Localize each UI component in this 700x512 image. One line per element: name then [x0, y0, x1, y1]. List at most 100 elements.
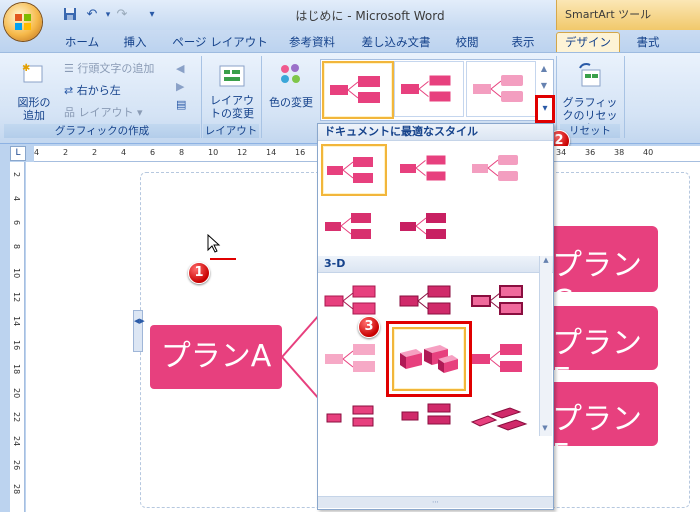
- style-thumb-3d-cartoon-icon: [471, 285, 523, 315]
- vertical-ruler[interactable]: 2 4 6 8 10 12 14 16 18 20 22 24 26 28: [10, 162, 25, 512]
- style-thumb-3d-perspective-icon: [326, 405, 374, 427]
- dd-style-3d-perspective-1[interactable]: [321, 392, 383, 440]
- dd-style-intense[interactable]: [396, 202, 458, 250]
- gallery-more-button[interactable]: ▾: [535, 95, 555, 123]
- dd-style-3d-brick-scene[interactable]: [386, 321, 472, 397]
- callout-1-badge: 1: [188, 262, 210, 284]
- style-thumb-white-outline-icon: [401, 74, 452, 103]
- connector-lines: [282, 313, 321, 401]
- tab-design[interactable]: デザイン: [556, 32, 620, 53]
- change-colors-label: 色の変更: [269, 96, 313, 109]
- plan-c-shape[interactable]: プランC: [548, 226, 658, 319]
- change-colors-button[interactable]: 色の変更: [266, 60, 316, 122]
- window-title: はじめに - Microsoft Word: [295, 9, 445, 23]
- dd-style-3d-perspective-2[interactable]: [396, 392, 458, 440]
- dd-style-simple[interactable]: [321, 144, 387, 196]
- tab-review[interactable]: 校閲: [450, 33, 484, 52]
- gallery-style-3[interactable]: [466, 61, 536, 117]
- group-separator: [261, 56, 262, 138]
- change-layout-button[interactable]: レイアウトの変更: [206, 60, 258, 122]
- ruler-tick-label: 4: [12, 196, 21, 202]
- gallery-scroll-up-icon[interactable]: ▲: [538, 61, 550, 77]
- gallery-style-2[interactable]: [394, 61, 464, 117]
- save-icon[interactable]: [62, 7, 78, 23]
- text-pane-toggle-icon[interactable]: ◀▶: [133, 310, 145, 352]
- gallery-style-1[interactable]: [322, 61, 394, 119]
- add-shape-button[interactable]: ✱ 図形の追加: [14, 60, 54, 122]
- ruler-tick-label: 6: [12, 220, 21, 226]
- dd-style-3d-birdseye[interactable]: [468, 392, 530, 440]
- scroll-up-icon[interactable]: ▲: [540, 256, 552, 264]
- tab-view[interactable]: 表示: [506, 33, 540, 52]
- dd-style-3d-cartoon[interactable]: [468, 276, 530, 324]
- ruler-tick-label: 16: [12, 340, 21, 351]
- svg-text:✱: ✱: [22, 63, 30, 74]
- bullet-list-icon: ☰: [64, 62, 78, 75]
- dropdown-resize-grip-icon[interactable]: ⋯: [318, 496, 553, 508]
- dd-style-3d-flat[interactable]: [468, 334, 530, 382]
- customize-qat-icon[interactable]: ▾: [144, 7, 160, 23]
- style-thumb-3d-powder-icon: [325, 344, 375, 372]
- ruler-tick-label: 20: [12, 388, 21, 399]
- plan-f-shape[interactable]: プランF: [548, 382, 658, 473]
- reset-graphic-button[interactable]: グラフィックのリセット: [560, 60, 620, 135]
- undo-icon[interactable]: ↶: [84, 7, 100, 23]
- add-bullet-label: 行頭文字の追加: [77, 62, 155, 75]
- color-palette-icon: [281, 64, 300, 83]
- promote-demote-buttons[interactable]: ◀ ▶ ▤: [176, 60, 192, 120]
- style-thumb-3d-birdseye-icon: [470, 407, 528, 431]
- gallery-scroll-down-icon[interactable]: ▼: [538, 78, 550, 94]
- plan-e-shape[interactable]: プランE: [548, 306, 658, 397]
- dd-style-white-outline[interactable]: [396, 144, 458, 192]
- ruler-tick-label: 22: [12, 412, 21, 423]
- plan-a-shape[interactable]: プランA: [150, 325, 282, 389]
- ruler-tick-label: 34: [556, 148, 567, 157]
- tab-mailings[interactable]: 差し込み文書: [356, 33, 436, 52]
- tab-references[interactable]: 参考資料: [282, 33, 342, 52]
- vertical-ruler-ticks: 2 4 6 8 10 12 14 16 18 20 22 24 26 28: [10, 162, 24, 512]
- dropdown-scrollbar[interactable]: ▲: [539, 256, 552, 436]
- callout-1-underline: [210, 258, 236, 260]
- group-separator: [556, 56, 557, 138]
- tab-insert[interactable]: 挿入: [118, 33, 152, 52]
- right-to-left-button[interactable]: ⇄ 右から左: [64, 84, 121, 97]
- redo-icon[interactable]: ↷: [114, 7, 130, 23]
- tab-selector-icon[interactable]: L: [10, 146, 26, 161]
- style-thumb-subtle-icon: [472, 155, 518, 181]
- office-button[interactable]: [4, 3, 42, 41]
- ruler-tick-label: 16: [295, 148, 306, 157]
- best-match-section-header: ドキュメントに最適なスタイル: [318, 124, 553, 141]
- plan-f-text: プランF: [552, 402, 642, 473]
- org-chart-icon: 品: [64, 106, 79, 119]
- layout-dropdown[interactable]: 品 レイアウト ▾: [64, 106, 143, 119]
- tab-page-layout[interactable]: ページ レイアウト: [170, 33, 270, 52]
- style-thumb-intense-icon: [400, 213, 446, 239]
- dd-style-3d-powder[interactable]: [321, 334, 383, 382]
- ruler-tick-label: 24: [12, 436, 21, 447]
- office-logo-icon: [15, 14, 31, 30]
- ruler-tick-label: 14: [266, 148, 277, 157]
- callout-3-badge: 3: [358, 316, 380, 338]
- ruler-tick-label: 10: [12, 268, 21, 279]
- right-to-left-icon: ⇄: [64, 84, 77, 97]
- ruler-tick-label: 4: [121, 148, 127, 157]
- group-separator: [624, 56, 625, 138]
- plan-a-text: プランA: [160, 339, 272, 374]
- dd-style-3d-inset[interactable]: [396, 276, 458, 324]
- ruler-tick-label: 12: [12, 292, 21, 303]
- promote-icon[interactable]: ◀: [176, 60, 192, 78]
- style-thumb-3d-flat-icon: [472, 344, 522, 372]
- ruler-tick-label: 38: [614, 148, 625, 157]
- ruler-tick-label: 10: [208, 148, 219, 157]
- scroll-down-icon[interactable]: ▼: [539, 424, 551, 436]
- demote-icon[interactable]: ▶: [176, 78, 192, 96]
- tab-home[interactable]: ホーム: [62, 33, 102, 52]
- text-pane-icon[interactable]: ▤: [176, 96, 192, 114]
- more-dropdown-icon: ▾: [542, 103, 548, 114]
- style-thumb-3d-brick-icon: [400, 345, 458, 373]
- dd-style-subtle[interactable]: [468, 144, 530, 192]
- dd-style-moderate[interactable]: [321, 202, 383, 250]
- ruler-tick-label: 2: [92, 148, 98, 157]
- tab-format[interactable]: 書式: [628, 33, 668, 52]
- add-bullet-button[interactable]: ☰ 行頭文字の追加: [64, 62, 154, 75]
